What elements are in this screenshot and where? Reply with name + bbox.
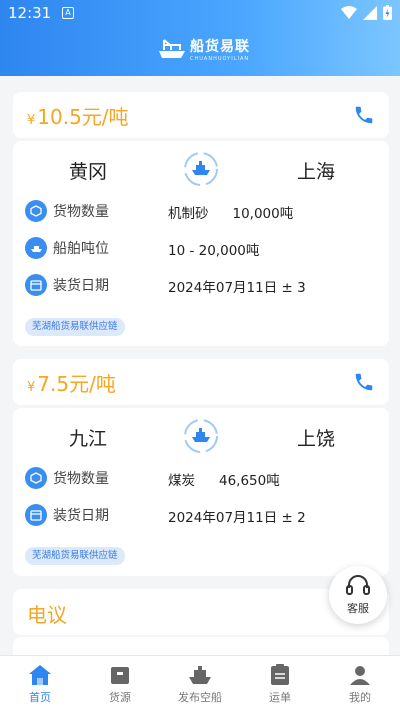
listing-price: ¥7.5元/吨: [27, 372, 116, 396]
destination-city: 上海: [297, 161, 336, 183]
battery-icon: [383, 5, 392, 20]
app-header: 12:31 A 船货易联 CHUANHUOYILIAN: [0, 0, 400, 76]
info-row-date: 装货日期: [25, 503, 173, 527]
company-tag: 芜湖船货易联供应链: [25, 318, 125, 336]
ship-route-icon: [184, 152, 218, 186]
phone-icon[interactable]: [353, 371, 375, 393]
date-value: 2024年07月11日 ± 2: [168, 510, 306, 526]
cargo-value: 煤炭 46,650吨: [168, 473, 280, 489]
app-name-en: CHUANHUOYILIAN: [190, 56, 250, 62]
tab-home[interactable]: 首页: [0, 656, 80, 711]
destination-city: 上饶: [297, 428, 336, 450]
tab-waybill[interactable]: 运单: [240, 656, 320, 711]
signal-icon: [363, 5, 377, 20]
company-tag: 芜湖船货易联供应链: [25, 547, 125, 565]
listing-price-negotiable: 电议: [27, 603, 67, 627]
origin-city: 九江: [69, 428, 108, 450]
phone-icon[interactable]: [353, 104, 375, 126]
calendar-icon: [25, 504, 47, 526]
cube-icon: [25, 200, 47, 222]
sim-icon: A: [62, 7, 74, 19]
tab-post-ship[interactable]: 发布空船: [160, 656, 240, 711]
customer-service-label: 客服: [347, 602, 369, 615]
info-row-quantity: 货物数量: [25, 199, 173, 223]
wifi-icon: [341, 6, 357, 19]
route: 九江 上饶: [13, 418, 389, 454]
box-icon: [111, 667, 129, 684]
document-icon: [271, 664, 289, 685]
listing-card[interactable]: 黄冈 上海 货物数量 机制砂 10,000吨 船舶吨位 10 - 20,000吨 …: [13, 141, 389, 346]
app-name: 船货易联: [190, 39, 250, 55]
listing-price-bar[interactable]: ¥10.5元/吨: [13, 92, 389, 138]
cube-icon: [25, 467, 47, 489]
origin-city: 黄冈: [69, 161, 108, 183]
listing-price: ¥10.5元/吨: [27, 105, 129, 129]
customer-service-button[interactable]: 客服: [329, 566, 387, 624]
headset-icon: [346, 575, 370, 595]
status-time: 12:31: [8, 4, 52, 22]
status-icons: [341, 5, 392, 20]
app-logo: 船货易联 CHUANHUOYILIAN: [158, 36, 250, 62]
calendar-icon: [25, 274, 47, 296]
tab-cargo[interactable]: 货源: [80, 656, 160, 711]
listing-card[interactable]: 九江 上饶 货物数量 煤炭 46,650吨 装货日期 2024年07月11日 ± …: [13, 408, 389, 576]
ship-icon: [189, 666, 211, 684]
info-row-date: 装货日期: [25, 273, 173, 297]
info-row-tonnage: 船舶吨位: [25, 236, 173, 260]
cargo-value: 机制砂 10,000吨: [168, 206, 294, 222]
status-bar: 12:31 A: [0, 0, 400, 28]
bottom-tab-bar: 首页 货源 发布空船 运单 我的: [0, 655, 400, 711]
route: 黄冈 上海: [13, 151, 389, 187]
ship-icon: [25, 237, 47, 259]
listing-price-bar[interactable]: ¥7.5元/吨: [13, 359, 389, 405]
ship-route-icon: [184, 419, 218, 453]
home-icon: [29, 665, 51, 685]
date-value: 2024年07月11日 ± 3: [168, 280, 306, 296]
user-icon: [350, 666, 370, 685]
tonnage-value: 10 - 20,000吨: [168, 243, 260, 259]
ship-logo-icon: [159, 39, 185, 58]
tab-mine[interactable]: 我的: [320, 656, 400, 711]
info-row-quantity: 货物数量: [25, 466, 173, 490]
